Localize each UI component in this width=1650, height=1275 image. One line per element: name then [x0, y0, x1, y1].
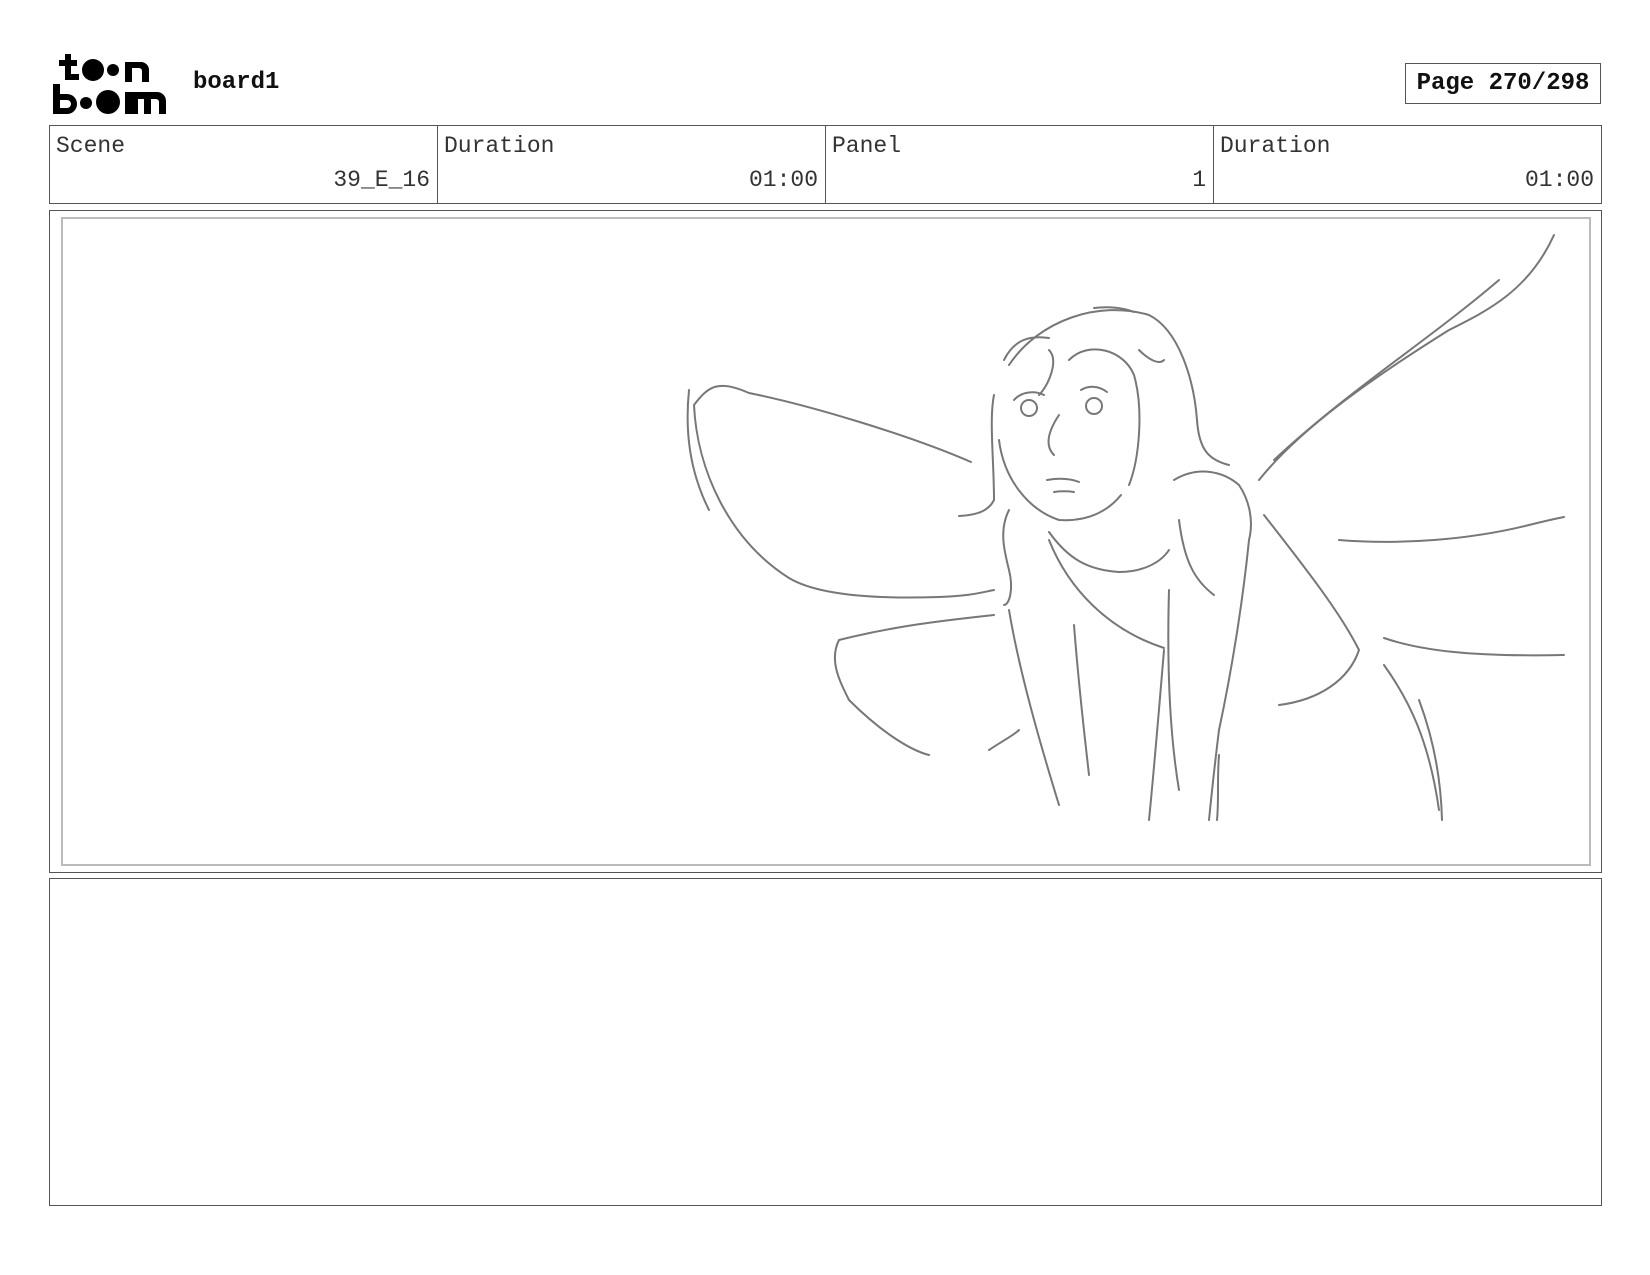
panel-value: 1	[1192, 167, 1206, 193]
scene-value: 39_E_16	[333, 167, 430, 193]
scene-info-row: Scene 39_E_16 Duration 01:00 Panel 1 Dur…	[49, 125, 1602, 204]
panel-duration-label: Duration	[1220, 133, 1331, 159]
fairy-sketch-drawing	[686, 234, 1565, 821]
scene-cell: Scene 39_E_16	[50, 126, 438, 203]
panel-cell: Panel 1	[826, 126, 1214, 203]
page-indicator: Page 270/298	[1405, 63, 1601, 104]
board-name: board1	[193, 69, 280, 96]
panel-duration-value: 01:00	[1524, 167, 1594, 193]
panel-duration-cell: Duration 01:00	[1214, 126, 1601, 203]
panel-notes-area[interactable]	[49, 878, 1602, 1206]
scene-duration-cell: Duration 01:00	[438, 126, 826, 203]
toon-boom-logo	[53, 54, 166, 114]
panel-label: Panel	[832, 133, 902, 159]
scene-duration-label: Duration	[444, 133, 555, 159]
scene-duration-value: 01:00	[748, 167, 818, 193]
scene-label: Scene	[56, 133, 126, 159]
